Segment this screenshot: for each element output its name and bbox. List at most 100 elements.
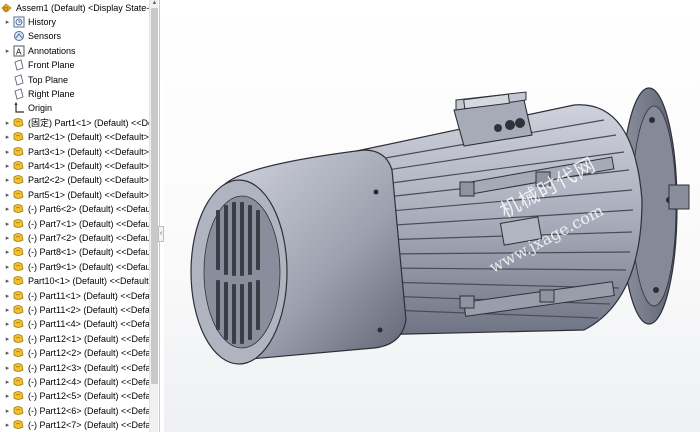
tree-item[interactable]: ▸ (-) Part6<2> (Default) <<Defau: [0, 202, 150, 216]
part-icon: [12, 333, 25, 345]
expand-arrow-icon[interactable]: ▸: [3, 133, 12, 141]
graphics-viewport[interactable]: 机械时代网 www.jxage.com: [164, 0, 700, 432]
plane-icon: [12, 59, 25, 71]
expand-arrow-icon[interactable]: ▸: [3, 421, 12, 429]
part-icon: [12, 318, 25, 330]
part-icon: [12, 390, 25, 402]
tree-item[interactable]: ▸ (-) Part9<1> (Default) <<Defau: [0, 260, 150, 274]
expand-arrow-icon[interactable]: ▸: [3, 378, 12, 386]
tree-item[interactable]: ▸ Part10<1> (Default) <<Default: [0, 274, 150, 288]
annotation-icon: A: [12, 45, 25, 57]
tree-item[interactable]: ▸ (-) Part12<3> (Default) <<Defa: [0, 361, 150, 375]
electric-motor-model[interactable]: [164, 0, 700, 432]
tree-item[interactable]: Right Plane: [0, 87, 150, 101]
tree-item[interactable]: ▸ (-) Part11<4> (Default) <<Defa: [0, 317, 150, 331]
expand-arrow-icon[interactable]: ▸: [3, 292, 12, 300]
part-icon: [12, 131, 25, 143]
part-icon: [12, 203, 25, 215]
tree-item[interactable]: ▸ (-) Part11<2> (Default) <<Defa: [0, 303, 150, 317]
expand-arrow-icon[interactable]: ▸: [3, 335, 12, 343]
tree-item[interactable]: ▸ (固定) Part1<1> (Default) <<De: [0, 116, 150, 130]
tree-item[interactable]: ▸ (-) Part12<7> (Default) <<Defa: [0, 418, 150, 432]
sensor-icon: [12, 30, 25, 42]
expand-arrow-icon[interactable]: ▸: [3, 119, 12, 127]
expand-arrow-icon[interactable]: ▸: [3, 176, 12, 184]
expand-arrow-icon[interactable]: ▸: [3, 234, 12, 242]
tree-scrollbar[interactable]: ▲: [149, 0, 158, 432]
tree-item[interactable]: ▸ History: [0, 15, 150, 29]
expand-arrow-icon[interactable]: ▸: [3, 407, 12, 415]
part-icon: [12, 146, 25, 158]
tree-item-label: (固定) Part1<1> (Default) <<De: [28, 117, 150, 128]
tree-root-assembly[interactable]: Assem1 (Default) <Display State-1>: [0, 1, 150, 15]
tree-item-label: (-) Part12<6> (Default) <<Defa: [28, 405, 150, 416]
plane-icon: [12, 74, 25, 86]
part-icon: [12, 246, 25, 258]
part-icon: [12, 304, 25, 316]
scroll-up-arrow-icon[interactable]: ▲: [150, 0, 159, 8]
tree-item[interactable]: ▸ Part5<1> (Default) <<Default>: [0, 188, 150, 202]
part-icon: [12, 362, 25, 374]
tree-item[interactable]: ▸ (-) Part12<4> (Default) <<Defa: [0, 375, 150, 389]
plane-icon: [12, 88, 25, 100]
tree-item[interactable]: ▸ (-) Part12<5> (Default) <<Defa: [0, 389, 150, 403]
tree-item[interactable]: ▸ Part4<1> (Default) <<Default>: [0, 159, 150, 173]
expand-arrow-icon[interactable]: ▸: [3, 392, 12, 400]
expand-arrow-icon[interactable]: ▸: [3, 364, 12, 372]
tree-item[interactable]: ▸ (-) Part12<6> (Default) <<Defa: [0, 404, 150, 418]
tree-item-label: (-) Part12<3> (Default) <<Defa: [28, 362, 150, 373]
tree-item[interactable]: Sensors: [0, 29, 150, 43]
tree-item-label: (-) Part7<1> (Default) <<Defau: [28, 218, 150, 229]
tree-item[interactable]: ▸ (-) Part11<1> (Default) <<Defa: [0, 289, 150, 303]
tree-item[interactable]: ▸ (-) Part7<2> (Default) <<Defau: [0, 231, 150, 245]
tree-item[interactable]: Top Plane: [0, 73, 150, 87]
part-icon: [12, 174, 25, 186]
expand-arrow-icon[interactable]: ▸: [3, 162, 12, 170]
scroll-thumb[interactable]: [151, 8, 158, 384]
tree-item-label: Part4<1> (Default) <<Default>: [28, 161, 149, 171]
tree-item-label: (-) Part12<4> (Default) <<Defa: [28, 377, 150, 387]
part-icon: [12, 117, 25, 129]
expand-arrow-icon[interactable]: ▸: [3, 277, 12, 285]
part-icon: [12, 160, 25, 172]
tree-item-label: Part5<1> (Default) <<Default>: [28, 189, 149, 200]
expand-arrow-icon[interactable]: ▸: [3, 191, 12, 199]
part-icon: [12, 261, 25, 273]
tree-item-label: (-) Part11<2> (Default) <<Defa: [28, 305, 150, 315]
tree-item-label: Sensors: [28, 31, 62, 42]
expand-arrow-icon[interactable]: ▸: [3, 47, 12, 55]
tree-item[interactable]: ▸ Part3<1> (Default) <<Default>: [0, 145, 150, 159]
tree-item-label: Origin: [28, 103, 53, 114]
expand-arrow-icon[interactable]: ▸: [3, 263, 12, 271]
expand-arrow-icon[interactable]: ▸: [3, 248, 12, 256]
origin-icon: [12, 102, 25, 114]
tree-item-label: Top Plane: [28, 74, 69, 85]
tree-item-label: (-) Part8<1> (Default) <<Defau: [28, 247, 150, 258]
expand-arrow-icon[interactable]: ▸: [3, 349, 12, 357]
tree-item-label: Part10<1> (Default) <<Default: [28, 276, 149, 287]
tree-item[interactable]: Front Plane: [0, 58, 150, 72]
tree-item-label: Right Plane: [28, 89, 75, 99]
tree-item-label: Annotations: [28, 45, 76, 56]
tree-item[interactable]: Origin: [0, 101, 150, 115]
tree-item-label: (-) Part11<1> (Default) <<Defa: [28, 290, 150, 301]
svg-text:A: A: [16, 47, 22, 56]
tree-item[interactable]: ▸ (-) Part8<1> (Default) <<Defau: [0, 245, 150, 259]
expand-arrow-icon[interactable]: ▸: [3, 220, 12, 228]
expand-arrow-icon[interactable]: ▸: [3, 306, 12, 314]
tree-item[interactable]: ▸ Part2<1> (Default) <<Default>: [0, 130, 150, 144]
part-icon: [12, 419, 25, 431]
tree-item[interactable]: ▸ A Annotations: [0, 44, 150, 58]
part-icon: [12, 218, 25, 230]
expand-arrow-icon[interactable]: ▸: [3, 18, 12, 26]
expand-arrow-icon[interactable]: ▸: [3, 205, 12, 213]
tree-item[interactable]: ▸ (-) Part7<1> (Default) <<Defau: [0, 217, 150, 231]
expand-arrow-icon[interactable]: ▸: [3, 320, 12, 328]
tree-item[interactable]: ▸ (-) Part12<1> (Default) <<Defa: [0, 332, 150, 346]
tree-item-label: (-) Part12<5> (Default) <<Defa: [28, 391, 150, 402]
tree-item[interactable]: ▸ (-) Part12<2> (Default) <<Defa: [0, 346, 150, 360]
tree-item-label: Part2<2> (Default) <<Default>: [28, 175, 149, 186]
tree-item[interactable]: ▸ Part2<2> (Default) <<Default>: [0, 173, 150, 187]
tree-item-label: (-) Part12<7> (Default) <<Defa: [28, 420, 150, 431]
expand-arrow-icon[interactable]: ▸: [3, 148, 12, 156]
